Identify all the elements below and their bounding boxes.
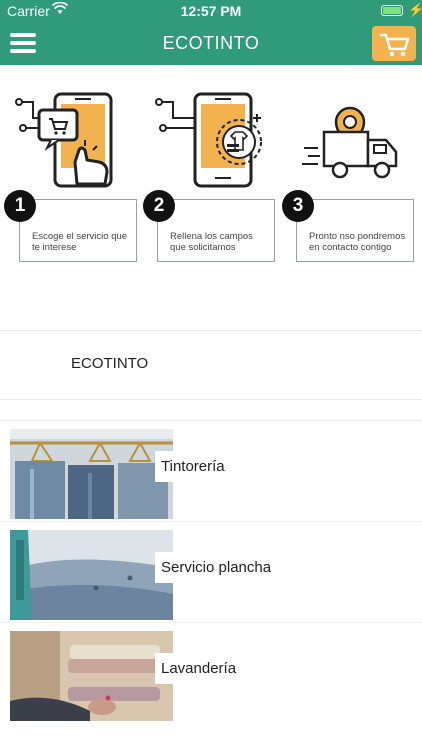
status-time: 12:57 PM [180, 3, 242, 19]
status-bar: Carrier 12:57 PM ⚡ [0, 0, 422, 22]
phone-shopping-icon [15, 90, 125, 190]
step-2-number-badge: 2 [143, 190, 175, 222]
step-3-text: Pronto nso pondremos en contacto contigo [309, 231, 406, 253]
phone-form-icon [155, 90, 265, 190]
section-header: ECOTINTO [0, 330, 422, 400]
battery-icon [381, 5, 403, 16]
cart-button[interactable] [372, 26, 416, 61]
service-label-lavanderia: Lavandería [155, 653, 243, 684]
service-item-lavanderia[interactable]: Lavandería [0, 622, 422, 723]
cart-icon [379, 33, 410, 57]
step-2-text: Rellena los campos que solicitamos [170, 231, 253, 253]
step-1-number-badge: 1 [4, 190, 36, 222]
step-3-number-badge: 3 [282, 190, 314, 222]
tintoreria-image [10, 429, 173, 519]
steps-section: Escoge el servicio que te interese Relle… [0, 80, 422, 270]
service-item-tintoreria[interactable]: Tintorería [0, 420, 422, 521]
services-list: Tintorería Servicio plancha Lavandería [0, 420, 422, 723]
section-title: ECOTINTO [71, 355, 149, 372]
service-label-plancha: Servicio plancha [155, 552, 278, 583]
charging-icon: ⚡ [408, 2, 422, 17]
app-title: ECOTINTO [162, 33, 260, 53]
plancha-image [10, 530, 173, 620]
step-1-text: Escoge el servicio que te interese [32, 231, 128, 253]
lavanderia-image [10, 631, 173, 721]
nav-bar: ECOTINTO [0, 22, 422, 65]
step-1-box: Escoge el servicio que te interese [19, 199, 137, 262]
service-label-tintoreria: Tintorería [155, 451, 231, 482]
service-item-plancha[interactable]: Servicio plancha [0, 521, 422, 622]
delivery-truck-icon [300, 90, 410, 190]
